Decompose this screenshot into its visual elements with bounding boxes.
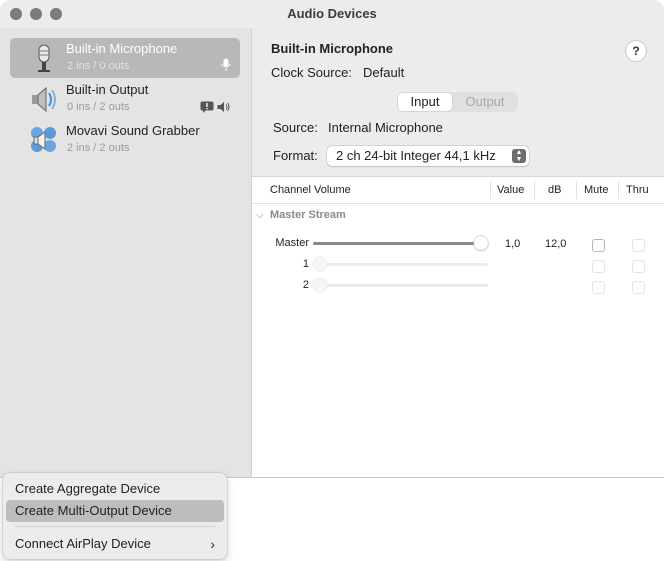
minimize-window-button[interactable] [30,8,42,20]
channel-value: 1,0 [505,238,521,250]
channel-label: Master [275,237,309,249]
movavi-speaker-icon [31,127,56,152]
format-value: 2 ch 24-bit Integer 44,1 kHz [336,148,496,163]
volume-slider-track [313,263,488,266]
device-title: Built-in Microphone [271,41,394,56]
help-button[interactable]: ? [625,40,647,62]
column-header-thru: Thru [626,184,649,196]
device-io-count: 2 ins / 2 outs [67,142,130,154]
menu-item-connect-airplay-device[interactable]: Connect AirPlay Device › [6,533,224,555]
tab-input[interactable]: Input [398,93,452,111]
mute-checkbox-master[interactable] [592,239,605,252]
thru-checkbox-master[interactable] [632,239,645,252]
mute-checkbox-1[interactable] [592,260,605,273]
chevron-updown-icon: ▲ ▼ [512,149,526,163]
device-detail-panel: Built-in Microphone ? Clock Source: Defa… [252,28,664,477]
source-label: Source: [273,120,318,135]
column-header-channel-volume: Channel Volume [270,184,351,196]
menu-separator [15,526,215,527]
chevron-right-icon: › [210,536,215,552]
audio-devices-window: Audio Devices Built-in Microphone 2 ins … [0,0,664,478]
clock-source-value: Default [363,65,405,80]
alert-badge-icon [200,101,214,113]
device-name: Movavi Sound Grabber [66,123,200,138]
output-speaker-icon [217,102,230,112]
device-io-count: 0 ins / 2 outs [67,101,130,113]
channel-db: 12,0 [545,238,567,250]
channel-label: 1 [302,258,309,270]
volume-slider-knob-1[interactable] [313,257,327,271]
format-popup[interactable]: 2 ch 24-bit Integer 44,1 kHz ▲ ▼ [327,146,529,166]
input-mic-icon [221,58,231,71]
volume-slider-track [313,284,488,287]
thru-checkbox-2[interactable] [632,281,645,294]
mute-checkbox-2[interactable] [592,281,605,294]
volume-slider-knob-master[interactable] [474,236,488,250]
title-bar: Audio Devices [0,0,664,28]
group-master-stream: Master Stream [270,209,346,221]
device-list-sidebar: Built-in Microphone 2 ins / 0 outs Built… [0,28,252,477]
channel-label: 2 [302,279,309,291]
format-label: Format: [273,148,318,163]
speaker-icon [32,86,56,113]
disclosure-chevron-icon[interactable]: ⌵ [256,210,264,221]
volume-slider-fill [313,242,481,245]
device-name: Built-in Microphone [66,41,178,56]
gear-context-menu: Create Aggregate Device Create Multi-Out… [3,473,227,559]
window-title: Audio Devices [287,6,377,21]
source-value: Internal Microphone [328,120,443,135]
column-header-value: Value [497,184,525,196]
input-output-segmented-control: Input Output [397,92,518,112]
device-io-count: 2 ins / 0 outs [67,60,130,72]
microphone-icon [38,44,50,72]
channel-volume-table: Channel Volume Value dB Mute Thru ⌵ Mast… [252,176,664,477]
tab-output[interactable]: Output [455,92,515,112]
device-item-movavi-sound-grabber[interactable]: Movavi Sound Grabber 2 ins / 2 outs [10,120,240,160]
close-window-button[interactable] [10,8,22,20]
device-name: Built-in Output [66,82,149,97]
volume-slider-knob-2[interactable] [313,278,327,292]
menu-item-create-multi-output-device[interactable]: Create Multi-Output Device [6,500,224,522]
device-item-built-in-output[interactable]: Built-in Output 0 ins / 2 outs [10,79,240,119]
column-header-mute: Mute [584,184,609,196]
thru-checkbox-1[interactable] [632,260,645,273]
clock-source-label: Clock Source: [271,65,352,80]
device-item-built-in-microphone[interactable]: Built-in Microphone 2 ins / 0 outs [10,38,240,78]
column-header-db: dB [548,184,562,196]
zoom-window-button[interactable] [50,8,62,20]
menu-item-create-aggregate-device[interactable]: Create Aggregate Device [6,478,224,500]
